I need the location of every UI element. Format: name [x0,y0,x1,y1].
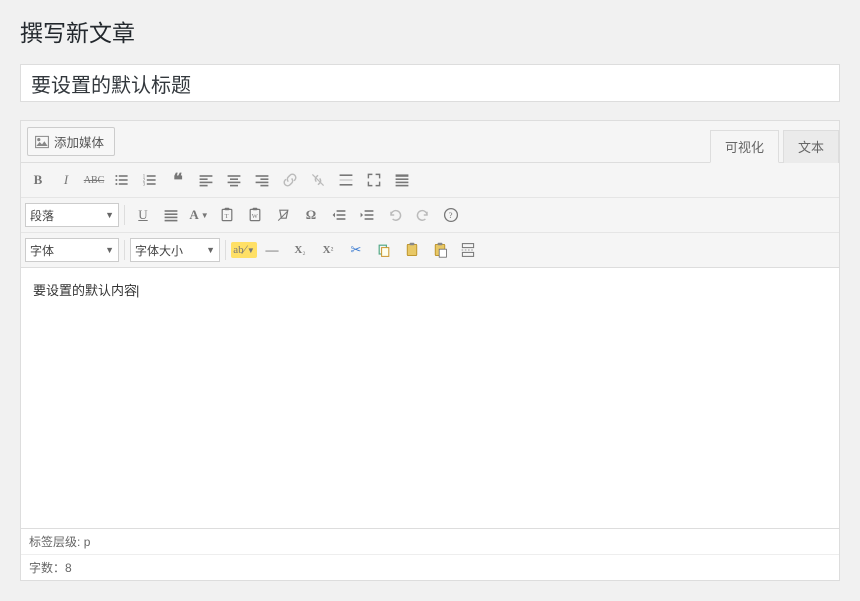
separator [225,240,226,260]
blockquote-button[interactable]: ❝ [165,167,191,193]
editor-content[interactable]: 要设置的默认内容 [21,268,839,528]
toolbar-toggle-button[interactable] [389,167,415,193]
align-right-button[interactable] [249,167,275,193]
subscript-button[interactable]: X₂ [287,237,313,263]
redo-button[interactable] [410,202,436,228]
outdent-button[interactable] [326,202,352,228]
svg-text:?: ? [449,210,453,220]
help-button[interactable]: ? [438,202,464,228]
align-justify-button[interactable] [158,202,184,228]
special-char-button[interactable]: Ω [298,202,324,228]
unlink-button[interactable] [305,167,331,193]
editor-top-bar: 添加媒体 可视化 文本 [21,121,839,163]
editor-tabs: 可视化 文本 [706,129,839,162]
copy-button[interactable] [371,237,397,263]
tab-visual[interactable]: 可视化 [710,130,779,163]
separator [124,240,125,260]
paste-text-button[interactable]: T [214,202,240,228]
status-words-row: 字数：8 [21,555,839,580]
page-break-button[interactable] [455,237,481,263]
indent-button[interactable] [354,202,380,228]
status-path-row: 标签层级: p [21,529,839,555]
content-text: 要设置的默认内容 [33,283,139,298]
link-button[interactable] [277,167,303,193]
align-left-button[interactable] [193,167,219,193]
horizontal-rule-button[interactable]: — [259,237,285,263]
add-media-button[interactable]: 添加媒体 [27,127,115,156]
separator [124,205,125,225]
text-color-button[interactable]: A▼ [186,202,212,228]
svg-text:W: W [252,213,259,220]
editor-container: 添加媒体 可视化 文本 B I ABC 123 ❝ [20,120,840,581]
clear-formatting-button[interactable] [270,202,296,228]
underline-button[interactable]: U [130,202,156,228]
ordered-list-button[interactable]: 123 [137,167,163,193]
post-title-input[interactable] [20,64,840,102]
align-center-button[interactable] [221,167,247,193]
status-words-value: 8 [65,561,72,575]
svg-text:3: 3 [143,183,146,188]
toolbar-row-2: 段落▼ U A▼ T W Ω ? [21,198,839,233]
status-path-label: 标签层级: [29,535,80,549]
editor-toolbar: B I ABC 123 ❝ 段落▼ U A▼ [21,163,839,268]
page-title: 撰写新文章 [20,10,840,52]
tab-text[interactable]: 文本 [783,130,839,163]
add-media-label: 添加媒体 [54,132,104,151]
font-family-select[interactable]: 字体▼ [25,238,119,262]
italic-button[interactable]: I [53,167,79,193]
font-size-select[interactable]: 字体大小▼ [130,238,220,262]
paste-button[interactable] [399,237,425,263]
svg-text:T: T [225,213,229,220]
status-words-label: 字数： [29,561,65,575]
fullscreen-button[interactable] [361,167,387,193]
editor-status-bar: 标签层级: p 字数：8 [21,528,839,580]
status-path-value: p [84,535,91,549]
insert-more-button[interactable] [333,167,359,193]
highlight-color-button[interactable]: ab⁄▼ [231,237,257,263]
paste-word-button[interactable]: W [242,202,268,228]
paragraph-select[interactable]: 段落▼ [25,203,119,227]
paste-plaintext-button[interactable] [427,237,453,263]
unordered-list-button[interactable] [109,167,135,193]
toolbar-row-1: B I ABC 123 ❝ [21,163,839,198]
media-icon [34,134,50,150]
undo-button[interactable] [382,202,408,228]
cut-button[interactable]: ✂ [343,237,369,263]
bold-button[interactable]: B [25,167,51,193]
strikethrough-button[interactable]: ABC [81,167,107,193]
post-title-wrapper [20,64,840,102]
superscript-button[interactable]: X² [315,237,341,263]
toolbar-row-3: 字体▼ 字体大小▼ ab⁄▼ — X₂ X² ✂ [21,233,839,267]
